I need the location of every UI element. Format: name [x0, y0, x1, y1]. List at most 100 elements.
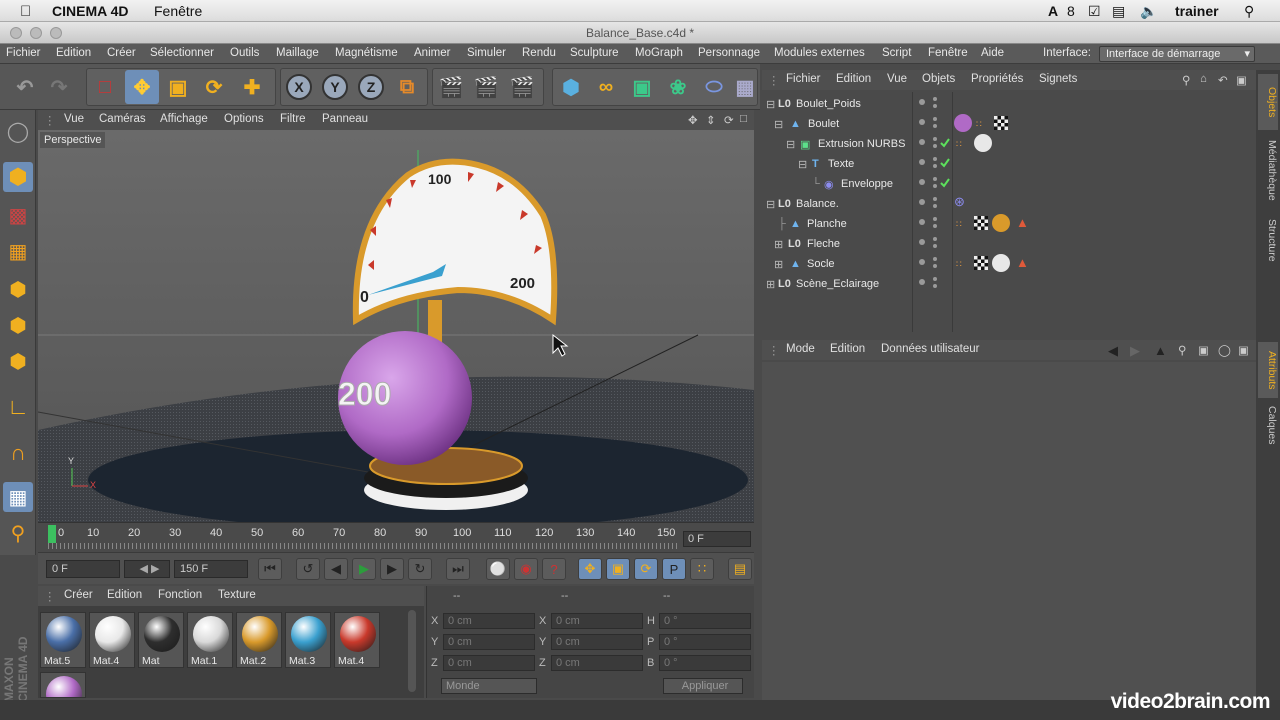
menu-modules-externes[interactable]: Modules externes	[774, 47, 865, 59]
app-menu[interactable]: CINEMA 4D	[52, 3, 129, 19]
position-x-field[interactable]: 0 cm	[443, 613, 535, 629]
size-y-field[interactable]: 0 cm	[551, 634, 643, 650]
lock-icon[interactable]: ▣	[1198, 343, 1209, 357]
spotlight-icon[interactable]: ⚲	[1244, 3, 1254, 20]
menu-animer[interactable]: Animer	[414, 47, 450, 59]
minimize-icon[interactable]	[30, 27, 42, 39]
object-menu-objets[interactable]: Objets	[922, 73, 955, 85]
material-swatch[interactable]: Mat.2	[236, 612, 282, 668]
model-mode-icon[interactable]: ⬢	[3, 162, 33, 192]
tree-row[interactable]: ⊟ L0 Balance.	[762, 194, 912, 214]
menu-sculpture[interactable]: Sculpture	[570, 47, 619, 59]
apple-icon[interactable]: 	[20, 3, 31, 20]
tab-objets[interactable]: Objets	[1258, 74, 1278, 130]
tree-row[interactable]: ⊟ ▲ Boulet	[762, 114, 912, 134]
menu-magnetisme[interactable]: Magnétisme	[335, 47, 398, 59]
phong-tag-icon[interactable]: ∷	[976, 119, 982, 130]
axis-mode-icon[interactable]: ∟	[3, 392, 33, 422]
back-icon[interactable]: ↶	[1218, 73, 1228, 87]
viewport-menu-filtre[interactable]: Filtre	[280, 113, 306, 125]
menu-personnage[interactable]: Personnage	[698, 47, 760, 59]
collapse-icon[interactable]: ⊟	[786, 138, 795, 151]
timeline-window-icon[interactable]: ▤	[728, 558, 752, 580]
tab-calques[interactable]: Calques	[1258, 400, 1278, 450]
magnet-icon[interactable]: ∩	[3, 438, 33, 468]
live-selection-icon[interactable]: □	[88, 70, 122, 104]
object-menu-vue[interactable]: Vue	[887, 73, 907, 85]
object-menu-signets[interactable]: Signets	[1039, 73, 1077, 85]
move-icon[interactable]: ✥	[125, 70, 159, 104]
xpresso-tag-icon[interactable]: ⊛	[954, 194, 965, 210]
phong-tag-icon[interactable]: ∷	[956, 219, 962, 230]
settings-icon[interactable]: ◯	[1218, 343, 1231, 357]
material-scrollbar[interactable]	[408, 610, 416, 692]
points-mode-icon[interactable]: ⬢	[3, 274, 33, 304]
nurbs-icon[interactable]: ▣	[625, 70, 659, 104]
menu-selectionner[interactable]: Sélectionner	[150, 47, 214, 59]
dolly-icon[interactable]: ⇕	[706, 113, 716, 127]
home-icon[interactable]: ⌂	[1200, 73, 1207, 85]
texture-tag-icon[interactable]	[974, 216, 988, 230]
tree-row[interactable]: └ ◉ Enveloppe	[762, 174, 912, 194]
menu-edition[interactable]: Edition	[56, 47, 91, 59]
viewport-menu-vue[interactable]: Vue	[64, 113, 84, 125]
y-axis-lock-icon[interactable]: Y	[318, 70, 352, 104]
tab-structure[interactable]: Structure	[1258, 210, 1278, 270]
tab-mediatheque[interactable]: Médiathèque	[1258, 130, 1278, 210]
phong-tag-icon[interactable]: ∷	[956, 259, 962, 270]
expand-icon[interactable]: ⊞	[766, 278, 775, 291]
coordinate-mode-select[interactable]: Monde	[441, 678, 537, 694]
end-frame-field[interactable]: 150 F	[174, 560, 248, 578]
position-key-icon[interactable]: ✥	[578, 558, 602, 580]
x-axis-lock-icon[interactable]: X	[282, 70, 316, 104]
material-menu-fonction[interactable]: Fonction	[158, 589, 202, 601]
object-menu-fichier[interactable]: Fichier	[786, 73, 821, 85]
collapse-icon[interactable]: ⊟	[774, 118, 783, 131]
material-swatch[interactable]: Mat.4	[89, 612, 135, 668]
go-to-start-icon[interactable]: ⏮	[258, 558, 282, 580]
screen-icon[interactable]: ▤	[1112, 3, 1125, 20]
viewport-menu-options[interactable]: Options	[224, 113, 264, 125]
tree-row[interactable]: ⊞ L0 Scène_Eclairage	[762, 274, 912, 294]
make-editable-icon[interactable]: ◯	[3, 116, 33, 146]
material-swatch[interactable]: Mat.1	[187, 612, 233, 668]
render-picture-viewer-icon[interactable]: 🎬	[469, 70, 503, 104]
material-tag-icon[interactable]	[954, 114, 972, 132]
material-menu-texture[interactable]: Texture	[218, 589, 256, 601]
menu-rendu[interactable]: Rendu	[522, 47, 556, 59]
render-settings-icon[interactable]: 🎬	[505, 70, 539, 104]
interface-select[interactable]: Interface de démarrage ▾	[1099, 46, 1255, 62]
snap-icon[interactable]: ▦	[3, 482, 33, 512]
collapse-icon[interactable]: ⊟	[766, 98, 775, 111]
rotation-key-icon[interactable]: ⟳	[634, 558, 658, 580]
expand-icon[interactable]: ⊞	[774, 258, 783, 271]
material-swatch[interactable]	[40, 672, 86, 698]
position-y-field[interactable]: 0 cm	[443, 634, 535, 650]
adobe-icon[interactable]: A	[1048, 3, 1058, 19]
protection-tag-icon[interactable]: ▲	[1016, 255, 1029, 270]
scene-floor-icon[interactable]: ▦	[728, 70, 762, 104]
menu-maillage[interactable]: Maillage	[276, 47, 319, 59]
autokey-icon[interactable]: ◉	[514, 558, 538, 580]
menu-fichier[interactable]: Fichier	[6, 47, 41, 59]
menu-fenetre[interactable]: Fenêtre	[928, 47, 968, 59]
add-icon[interactable]: ✚	[235, 70, 269, 104]
point-level-key-icon[interactable]: ∷	[690, 558, 714, 580]
collapse-icon[interactable]: ⊟	[798, 158, 807, 171]
lock-workplane-icon[interactable]: ⚲	[3, 518, 33, 548]
mograph-cloner-icon[interactable]: ❀	[661, 70, 695, 104]
object-menu-edition[interactable]: Edition	[836, 73, 871, 85]
start-frame-field[interactable]: 0 F	[46, 560, 120, 578]
attributes-menu-donnees-utilisateur[interactable]: Données utilisateur	[881, 343, 979, 355]
check-icon[interactable]: ☑	[1088, 3, 1101, 20]
tree-row[interactable]: ⊟ L0 Boulet_Poids	[762, 94, 912, 114]
maximize-view-icon[interactable]: □	[740, 113, 747, 125]
texture-tag-icon[interactable]	[974, 256, 988, 270]
material-tag-icon[interactable]	[992, 254, 1010, 272]
search-icon[interactable]: ⚲	[1178, 343, 1186, 357]
z-axis-lock-icon[interactable]: Z	[354, 70, 388, 104]
tree-row[interactable]: ⊞ L0 Fleche	[762, 234, 912, 254]
rotate-icon[interactable]: ⟳	[197, 70, 231, 104]
texture-tag-icon[interactable]	[994, 116, 1008, 130]
spline-icon[interactable]: ∞	[589, 70, 623, 104]
